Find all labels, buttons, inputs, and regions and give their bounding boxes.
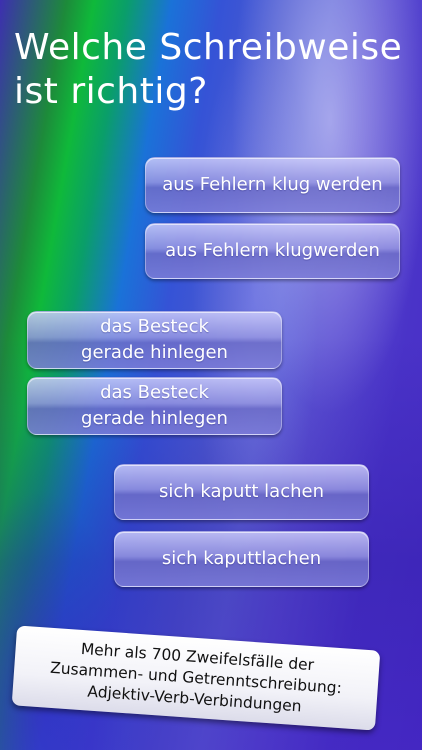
answer-option-button[interactable]: sich kaputtlachen (114, 531, 369, 587)
page-title: Welche Schreibweise ist richtig? (14, 27, 403, 112)
answer-option-button[interactable]: das Besteck gerade hinlegen (27, 311, 282, 369)
promo-banner-text: Mehr als 700 Zweifelsfälle der Zusammen-… (49, 639, 343, 715)
answer-option-button[interactable]: sich kaputt lachen (114, 464, 369, 520)
answer-option-button[interactable]: das Besteck gerade hinlegen (27, 377, 282, 435)
app-screen: Welche Schreibweise ist richtig? aus Feh… (0, 0, 422, 750)
answer-option-button[interactable]: aus Fehlern klug werden (145, 157, 400, 213)
promo-banner: Mehr als 700 Zweifelsfälle der Zusammen-… (11, 625, 381, 731)
answer-option-button[interactable]: aus Fehlern klugwerden (145, 223, 400, 279)
